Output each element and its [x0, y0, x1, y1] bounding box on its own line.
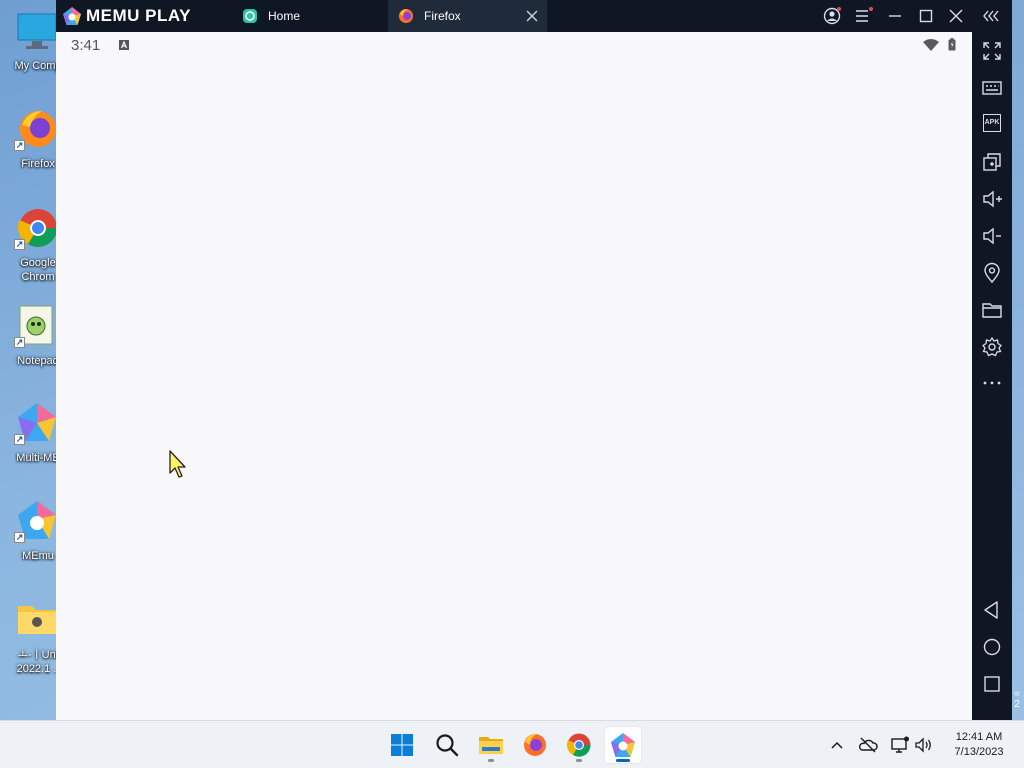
folder-icon	[16, 598, 56, 640]
search-button[interactable]	[429, 727, 465, 763]
close-icon[interactable]	[525, 9, 539, 23]
menu-icon[interactable]	[853, 6, 873, 26]
onedrive-offline-icon[interactable]	[858, 735, 878, 755]
back-icon[interactable]	[981, 599, 1003, 621]
taskbar: 12:41 AM 7/13/2023	[0, 720, 1024, 768]
account-icon[interactable]	[822, 6, 842, 26]
taskbar-file-explorer[interactable]	[473, 727, 509, 763]
windows-start-icon	[391, 734, 413, 756]
apk-icon[interactable]: APK	[983, 114, 1001, 132]
keyboard-icon[interactable]	[981, 77, 1003, 99]
home-icon[interactable]	[981, 636, 1003, 658]
volume-icon[interactable]	[913, 735, 933, 755]
firefox-icon	[399, 9, 413, 23]
memu-window: MEMU PLAY Home Firefox 3:41 APK	[56, 0, 1012, 720]
wifi-icon	[923, 39, 939, 51]
desktop-icon-label: MEmu	[22, 550, 54, 562]
memu-sidebar: APK	[972, 32, 1012, 720]
tab-label: Firefox	[424, 9, 461, 23]
settings-icon[interactable]	[981, 336, 1003, 358]
memu-icon	[611, 733, 635, 757]
mouse-cursor-icon	[169, 450, 186, 478]
shortcut-arrow-icon: ↗	[14, 239, 25, 250]
close-icon[interactable]	[946, 6, 966, 26]
memu-home-icon	[243, 9, 257, 23]
memu-brand: MEMU PLAY	[62, 5, 191, 27]
maximize-icon[interactable]	[916, 6, 936, 26]
notification-a-icon	[119, 40, 129, 50]
shortcut-arrow-icon: ↗	[14, 434, 25, 445]
shortcut-arrow-icon: ↗	[14, 140, 25, 151]
brand-name: MEMU PLAY	[86, 6, 191, 25]
search-icon	[436, 734, 459, 757]
chrome-icon	[566, 733, 591, 757]
volume-down-icon[interactable]	[981, 225, 1003, 247]
clock-time: 12:41 AM	[955, 731, 1003, 743]
recents-icon[interactable]	[981, 673, 1003, 695]
memu-logo-icon	[63, 7, 81, 25]
tab-firefox[interactable]: Firefox	[388, 0, 547, 32]
volume-up-icon[interactable]	[981, 188, 1003, 210]
running-indicator	[488, 759, 494, 762]
battery-icon	[948, 38, 956, 51]
desktop-icon-label: Google Chrom	[20, 257, 56, 283]
firefox-icon	[524, 734, 546, 756]
desktop-edge	[1012, 0, 1024, 720]
tab-home[interactable]: Home	[232, 0, 388, 32]
fullscreen-icon[interactable]	[981, 40, 1003, 62]
start-button[interactable]	[384, 727, 420, 763]
active-indicator	[616, 759, 630, 762]
desktop: My Comp ↗ Firefox ↗ Google Chrom ↗ Notep…	[0, 0, 56, 720]
show-hidden-icons-chevron-up-icon[interactable]	[827, 735, 847, 755]
location-icon[interactable]	[981, 262, 1003, 284]
android-screen[interactable]: 3:41	[56, 32, 972, 720]
network-icon[interactable]	[890, 735, 910, 755]
taskbar-clock[interactable]: 12:41 AM 7/13/2023	[940, 730, 1018, 760]
desktop-icon-label: Notepad	[17, 355, 56, 367]
folder-icon[interactable]	[981, 299, 1003, 321]
clock-date: 7/13/2023	[954, 746, 1004, 758]
more-icon[interactable]	[981, 372, 1003, 394]
collapse-sidebar-icon[interactable]	[981, 6, 1001, 26]
desktop-icon-label: Multi-ME	[16, 452, 56, 464]
taskbar-memu[interactable]	[605, 727, 641, 763]
titlebar: MEMU PLAY Home Firefox	[56, 0, 1012, 32]
desktop-icon-label: Firefox	[21, 158, 55, 170]
desktop-icon-label: ㅗ-ㅣUni 2022.1 ..	[16, 649, 56, 675]
shortcut-arrow-icon: ↗	[14, 532, 25, 543]
computer-icon	[16, 10, 56, 52]
file-explorer-icon	[479, 737, 503, 754]
status-bar-time: 3:41	[71, 37, 101, 54]
multi-window-icon[interactable]	[981, 151, 1003, 173]
desktop-edge-text: ≈ 2	[1014, 689, 1020, 710]
shortcut-arrow-icon: ↗	[14, 337, 25, 348]
tab-label: Home	[268, 9, 301, 23]
desktop-icon-label: My Comp	[14, 60, 56, 72]
taskbar-chrome[interactable]	[561, 727, 597, 763]
minimize-icon[interactable]	[885, 6, 905, 26]
taskbar-firefox[interactable]	[517, 727, 553, 763]
running-indicator	[576, 759, 582, 762]
